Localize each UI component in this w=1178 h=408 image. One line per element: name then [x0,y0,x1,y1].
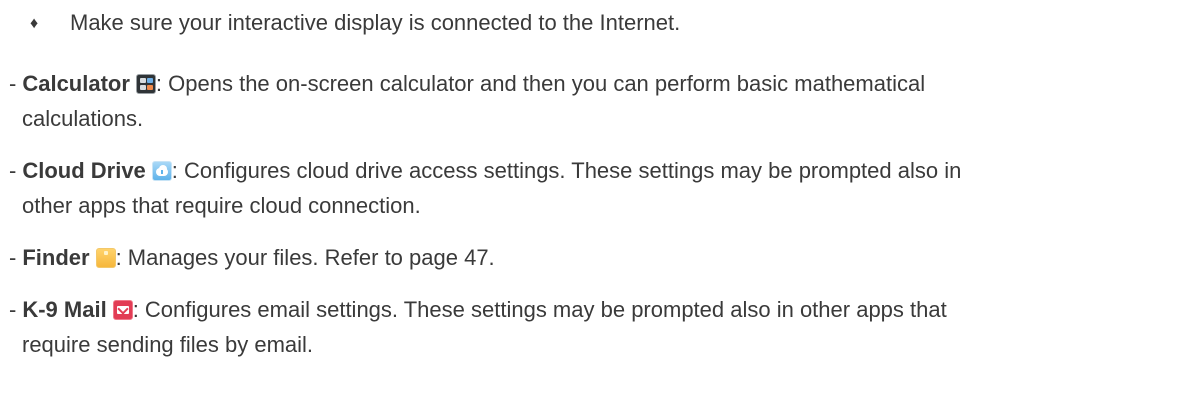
finder-icon [95,248,116,268]
cloud-drive-description-cont: other apps that require cloud connection… [22,193,421,218]
list-dash: - [9,245,17,270]
internet-note: ♦ Make sure your interactive display is c… [30,9,680,38]
mail-entry: - K-9 Mail : Configures email settings. Th… [9,296,947,324]
finder-term: Finder [22,245,90,270]
calculator-description: : Opens the on-screen calculator and the… [155,71,926,96]
cloud-drive-icon [151,161,172,181]
finder-description: : Manages your files. Refer to page 47. [115,245,495,270]
finder-entry: - Finder : Manages your files. Refer to pa… [9,244,495,272]
mail-description: : Configures email settings. These setti… [132,297,947,322]
list-dash: - [9,71,17,96]
mail-term: K-9 Mail [22,297,107,322]
cloud-drive-description: : Configures cloud drive access settings… [171,158,962,183]
diamond-bullet-icon: ♦ [30,15,39,32]
calculator-term: Calculator [22,71,130,96]
cloud-drive-entry: - Cloud Drive : Configures cloud drive acc… [9,157,961,185]
list-dash: - [9,297,17,322]
document-page: ♦ Make sure your interactive display is c… [0,0,1178,408]
cloud-drive-term: Cloud Drive [22,158,146,183]
calculator-description-cont: calculations. [22,106,144,131]
mail-icon [112,300,133,320]
mail-description-cont: require sending files by email. [22,332,314,357]
internet-note-text: Make sure your interactive display is co… [70,10,681,35]
list-dash: - [9,158,17,183]
calculator-icon [135,74,156,94]
calculator-entry: - Calculator : Opens the on-screen calcula… [9,70,925,98]
